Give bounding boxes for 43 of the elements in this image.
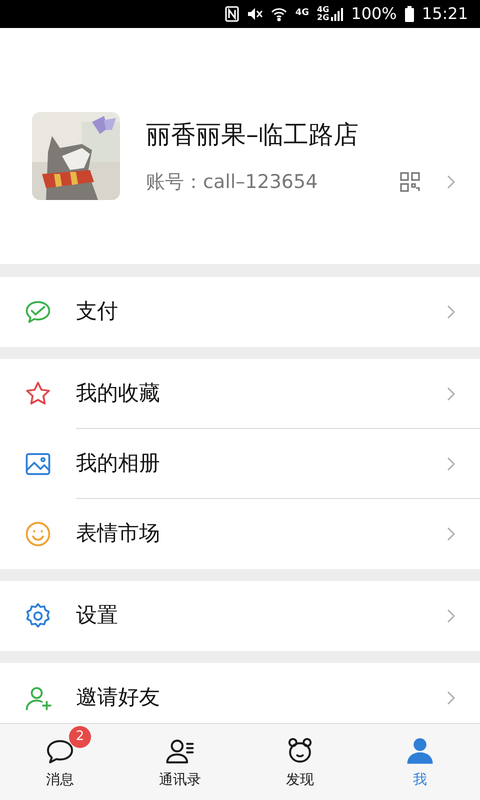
tab-label: 消息 <box>46 770 74 790</box>
chevron-right-icon <box>446 304 456 320</box>
tab[interactable]: 发现 <box>240 724 360 800</box>
tab[interactable]: 我 <box>360 724 480 800</box>
menu-label: 邀请好友 <box>76 684 161 712</box>
menu-item[interactable]: 支付 <box>0 277 480 347</box>
menu-label: 设置 <box>76 602 119 630</box>
muted-speaker-icon <box>247 6 264 22</box>
menu-label: 我的相册 <box>76 450 161 478</box>
tab-label: 通讯录 <box>159 770 201 790</box>
chevron-right-icon <box>446 174 456 190</box>
menu-item[interactable]: 我的相册 <box>0 429 480 499</box>
qr-code-icon <box>400 172 420 192</box>
menu-item[interactable]: 我的收藏 <box>0 359 480 429</box>
nfc-icon <box>225 6 240 22</box>
profile-name: 丽香丽果–临工路店 <box>146 119 360 151</box>
unread-badge: 2 <box>69 726 91 748</box>
menu-item[interactable]: 设置 <box>0 581 480 651</box>
battery-icon <box>404 6 414 22</box>
menu-label: 支付 <box>76 298 119 326</box>
chevron-right-icon <box>446 456 456 472</box>
chevron-right-icon <box>446 608 456 624</box>
smiley-icon <box>23 519 53 549</box>
menu-label: 我的收藏 <box>76 380 161 408</box>
menu-item[interactable]: 表情市场 <box>0 499 480 569</box>
network-label: 4G <box>317 6 330 14</box>
network-label: 2G <box>317 14 330 22</box>
chevron-right-icon <box>446 386 456 402</box>
tab[interactable]: 通讯录 <box>120 724 240 800</box>
wifi-icon <box>271 6 288 22</box>
battery-percent: 100% <box>351 3 397 25</box>
clock-time: 15:21 <box>422 3 468 25</box>
menu-item[interactable]: 邀请好友 <box>0 663 480 723</box>
network-label: 4G <box>295 7 309 20</box>
chevron-right-icon <box>446 690 456 706</box>
menu-label: 表情市场 <box>76 520 161 548</box>
account-id: 账号：call–123654 <box>146 170 319 194</box>
tab[interactable]: 2 消息 <box>0 724 120 800</box>
tab-label: 我 <box>413 770 427 790</box>
profile-card[interactable]: 丽香丽果–临工路店 账号：call–123654 <box>0 28 480 264</box>
tab-label: 发现 <box>286 770 314 790</box>
chevron-right-icon <box>446 526 456 542</box>
signal-icon <box>331 7 344 21</box>
